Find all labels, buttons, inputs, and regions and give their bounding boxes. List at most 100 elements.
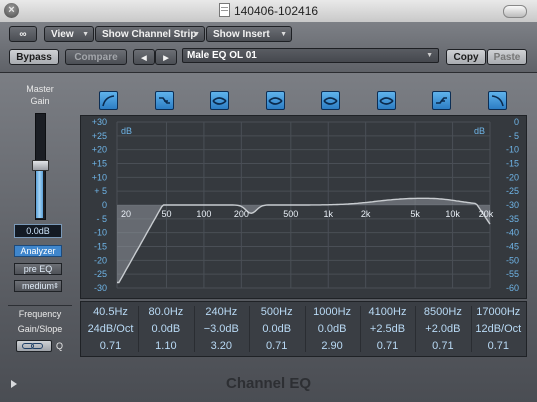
column-divider — [249, 306, 251, 352]
divider — [8, 305, 72, 306]
band-3-toggle[interactable] — [210, 91, 229, 110]
q-couple-button[interactable] — [16, 340, 52, 352]
right-tick-label: -40 — [506, 228, 519, 238]
band-6-q-value[interactable]: 0.71 — [360, 337, 415, 355]
channel-eq-window: × 140406-102416 ∞ View ▼ Show Channel Str… — [0, 0, 537, 402]
band-7-frequency-value[interactable]: 8500Hz — [415, 303, 470, 321]
left-tick-label: +15 — [92, 159, 107, 169]
chevron-updown-icon: ⇕ — [53, 283, 59, 290]
peak-icon — [378, 97, 394, 105]
link-button[interactable]: ∞ — [9, 26, 37, 42]
band-5-parameters: 1000Hz 0.0dB 2.90 — [305, 302, 360, 356]
low-shelf-icon — [158, 97, 170, 104]
frequency-tick-label: 10k — [445, 209, 460, 219]
column-divider — [415, 306, 417, 352]
link-icon: ∞ — [19, 29, 27, 40]
left-tick-label: +20 — [92, 145, 107, 155]
right-tick-label: -55 — [506, 269, 519, 279]
analyzer-button[interactable]: Analyzer — [14, 245, 62, 257]
right-tick-label: -25 — [506, 186, 519, 196]
left-tick-label: -10 — [94, 228, 107, 238]
band-1-frequency-value[interactable]: 40.5Hz — [83, 303, 138, 321]
band-4-q-value[interactable]: 0.71 — [249, 337, 304, 355]
band-6-frequency-value[interactable]: 4100Hz — [360, 303, 415, 321]
band-5-gain-slope-value[interactable]: 0.0dB — [305, 320, 360, 338]
band-8-parameters: 17000Hz 12dB/Oct 0.71 — [471, 302, 526, 356]
analyzer-resolution-menu[interactable]: medium ⇕ — [14, 280, 62, 292]
band-parameters: 40.5Hz 24dB/Oct 0.71 80.0Hz 0.0dB 1.10 240Hz −3… — [80, 301, 527, 357]
band-5-q-value[interactable]: 2.90 — [305, 337, 360, 355]
band-2-toggle[interactable] — [154, 91, 174, 110]
band-3-q-value[interactable]: 3.20 — [194, 337, 249, 355]
chevron-down-icon: ▼ — [280, 31, 287, 38]
frequency-row-label: Frequency — [18, 309, 62, 319]
next-preset-button[interactable]: ▶ — [155, 49, 177, 65]
band-2-q-value[interactable]: 1.10 — [138, 337, 193, 355]
master-gain-handle[interactable] — [32, 159, 49, 171]
band-2-frequency-value[interactable]: 80.0Hz — [138, 303, 193, 321]
band-1-q-value[interactable]: 0.71 — [83, 337, 138, 355]
band-4-frequency-value[interactable]: 500Hz — [249, 303, 304, 321]
band-5-frequency-value[interactable]: 1000Hz — [305, 303, 360, 321]
left-unit-label: dB — [121, 126, 132, 136]
q-row-label: Q — [56, 341, 64, 351]
right-tick-label: -10 — [506, 145, 519, 155]
eq-curve-area — [117, 198, 490, 283]
bypass-label: Bypass — [16, 52, 52, 63]
plugin-body: Master Gain 0.0dB Analyzer pre EQ medium… — [0, 73, 537, 402]
eq-graph-svg: +30 0 +25 - 5 +20 -10 +15 -15 +10 -20 + 5 -25 0 -30 - … — [92, 117, 519, 293]
low-pass-icon — [491, 95, 504, 107]
analyzer-mode-menu[interactable]: pre EQ — [14, 263, 62, 275]
band-2-gain-slope-value[interactable]: 0.0dB — [138, 320, 193, 338]
right-tick-label: 0 — [514, 117, 519, 127]
copy-button[interactable]: Copy — [446, 49, 486, 65]
band-7-q-value[interactable]: 0.71 — [415, 337, 470, 355]
right-tick-label: -20 — [506, 172, 519, 182]
paste-button[interactable]: Paste — [487, 49, 527, 65]
peak-icon — [323, 97, 338, 105]
copy-label: Copy — [453, 52, 479, 63]
bypass-button[interactable]: Bypass — [9, 49, 59, 65]
column-divider — [304, 306, 306, 352]
left-tick-label: +10 — [92, 172, 107, 182]
band-6-gain-slope-value[interactable]: +2.5dB — [360, 320, 415, 338]
left-tick-label: 0 — [102, 200, 107, 210]
right-tick-label: -35 — [506, 214, 519, 224]
band-8-toggle[interactable] — [487, 91, 507, 110]
left-tick-label: -25 — [94, 269, 107, 279]
eq-graph[interactable]: +30 0 +25 - 5 +20 -10 +15 -15 +10 -20 + 5 -25 0 -30 - … — [80, 115, 527, 299]
band-8-q-value[interactable]: 0.71 — [471, 337, 526, 355]
left-tick-label: - 5 — [96, 214, 107, 224]
master-gain-value[interactable]: 0.0dB — [14, 224, 62, 238]
left-tick-label: +30 — [92, 117, 107, 127]
show-channel-strip-menu[interactable]: Show Channel Strip ▼ — [95, 26, 205, 42]
band-6-toggle[interactable] — [376, 91, 396, 110]
view-menu[interactable]: View ▼ — [44, 26, 94, 42]
preset-menu[interactable]: Male EQ OL 01 ▼ — [182, 48, 439, 63]
left-tick-label: -30 — [94, 283, 107, 293]
frequency-tick-label: 1k — [323, 209, 333, 219]
compare-button[interactable]: Compare — [65, 49, 127, 65]
band-8-frequency-value[interactable]: 17000Hz — [471, 303, 526, 321]
band-7-gain-slope-value[interactable]: +2.0dB — [415, 320, 470, 338]
previous-preset-button[interactable]: ◀ — [133, 49, 155, 65]
band-8-gain-slope-value[interactable]: 12dB/Oct — [471, 320, 526, 338]
show-channel-strip-label: Show Channel Strip — [102, 29, 197, 40]
band-1-toggle[interactable] — [99, 91, 118, 110]
toolbar-toggle-button[interactable] — [503, 5, 527, 18]
document-icon — [218, 3, 230, 17]
band-4-gain-slope-value[interactable]: 0.0dB — [249, 320, 304, 338]
right-unit-label: dB — [474, 126, 485, 136]
band-3-gain-slope-value[interactable]: −3.0dB — [194, 320, 249, 338]
band-4-toggle[interactable] — [265, 91, 285, 110]
peak-icon — [267, 97, 283, 105]
high-pass-icon — [102, 95, 115, 107]
show-insert-menu[interactable]: Show Insert ▼ — [206, 26, 292, 42]
band-3-frequency-value[interactable]: 240Hz — [194, 303, 249, 321]
band-7-toggle[interactable] — [432, 91, 451, 110]
eq-curve[interactable] — [117, 197, 491, 284]
band-5-toggle[interactable] — [321, 91, 340, 110]
peak-icon — [212, 97, 227, 105]
band-1-gain-slope-value[interactable]: 24dB/Oct — [83, 320, 138, 338]
gain-slope-row-label: Gain/Slope — [17, 324, 63, 334]
